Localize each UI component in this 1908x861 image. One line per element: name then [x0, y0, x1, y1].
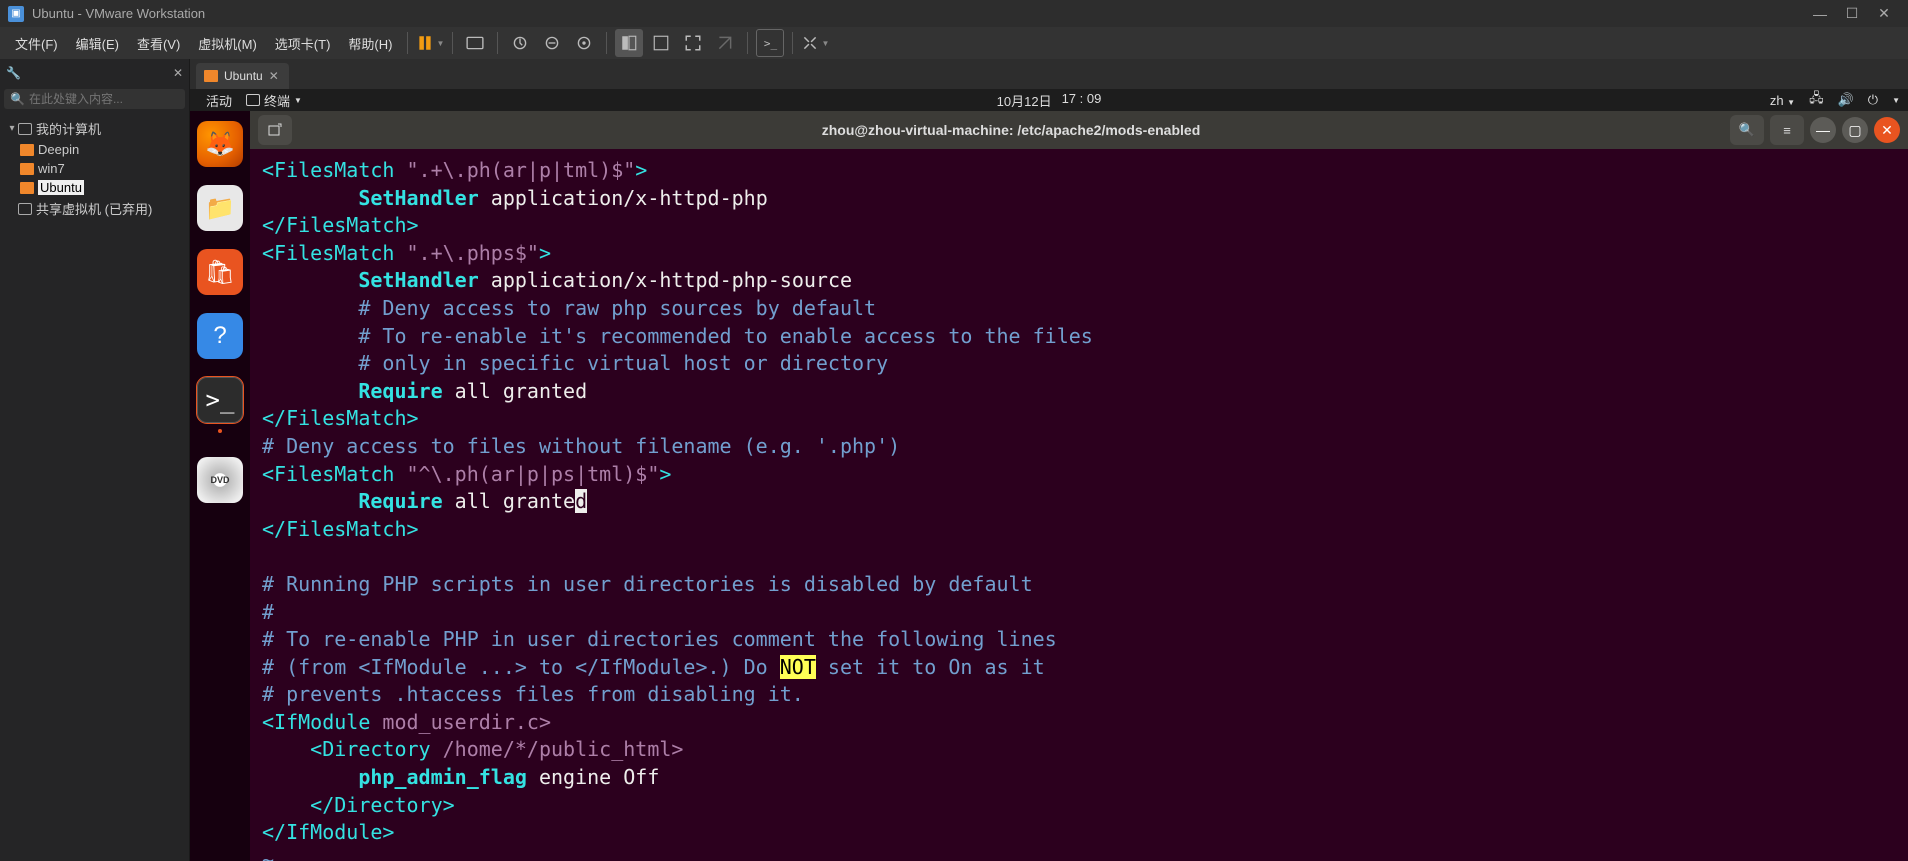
vm-icon: [20, 144, 34, 156]
menu-vm[interactable]: 虚拟机(M): [189, 28, 266, 59]
menu-help[interactable]: 帮助(H): [339, 28, 401, 59]
terminal-maximize-button[interactable]: ▢: [1842, 117, 1868, 143]
view-mode-2-button[interactable]: [647, 29, 675, 57]
network-icon[interactable]: 🖧: [1809, 89, 1824, 111]
tree-item-label: 共享虚拟机 (已弃用): [36, 199, 152, 218]
maximize-button[interactable]: ☐: [1836, 5, 1868, 22]
ubuntu-dock: 🦊 📁 🛍 ? >_ DVD: [190, 111, 250, 861]
terminal-menu-button[interactable]: ≡: [1770, 115, 1804, 145]
clock[interactable]: 10月12日 17 : 09: [997, 91, 1102, 110]
fullscreen-button[interactable]: [679, 29, 707, 57]
library-close-icon[interactable]: ✕: [173, 66, 183, 80]
revert-snapshot-button[interactable]: [538, 29, 566, 57]
clock-date: 10月12日: [997, 91, 1052, 110]
tree-root-label: 我的计算机: [36, 119, 101, 138]
clock-time: 17 : 09: [1062, 91, 1102, 110]
close-button[interactable]: ✕: [1868, 5, 1900, 22]
library-tree: ▾ 我的计算机 Deepin win7 Ubuntu 共享虚拟机 (已弃用): [0, 111, 189, 226]
vmware-titlebar: ▣ Ubuntu - VMware Workstation — ☐ ✕: [0, 0, 1908, 27]
terminal-minimize-button[interactable]: —: [1810, 117, 1836, 143]
tree-root-computer[interactable]: ▾ 我的计算机: [2, 117, 187, 140]
system-menu-dropdown-icon[interactable]: ▼: [1892, 96, 1900, 105]
dock-running-indicator: [218, 429, 222, 433]
activities-button[interactable]: 活动: [198, 91, 240, 110]
app-menu-terminal[interactable]: 终端 ▼: [240, 91, 308, 110]
power-icon[interactable]: ⏻: [1868, 92, 1878, 108]
tree-shared-vms[interactable]: 共享虚拟机 (已弃用): [2, 197, 187, 220]
tree-item-label: win7: [38, 161, 65, 176]
computer-icon: [18, 203, 32, 215]
input-method-indicator[interactable]: zh ▼: [1770, 93, 1795, 108]
menu-tabs[interactable]: 选项卡(T): [266, 28, 340, 59]
separator: [792, 32, 793, 54]
terminal-icon: [246, 94, 260, 106]
stretch-button[interactable]: ▼: [801, 29, 829, 57]
tree-item-label: Ubuntu: [38, 180, 84, 195]
vm-icon: [20, 182, 34, 194]
computer-icon: [18, 123, 32, 135]
vmware-logo-icon: ▣: [8, 6, 24, 22]
vmware-menubar: 文件(F) 编辑(E) 查看(V) 虚拟机(M) 选项卡(T) 帮助(H) ▼ …: [0, 27, 1908, 59]
library-title-icon: 🔧: [6, 66, 21, 80]
library-sidebar: 🔧 ✕ 🔍 ▼ ▾ 我的计算机 Deepin win7: [0, 59, 190, 861]
guest-display[interactable]: 活动 终端 ▼ 10月12日 17 : 09 zh ▼ 🖧 🔊 ⏻ ▼: [190, 89, 1908, 861]
library-search[interactable]: 🔍 ▼: [4, 89, 185, 109]
unity-button[interactable]: [711, 29, 739, 57]
tree-vm-win7[interactable]: win7: [2, 159, 187, 178]
vm-tabstrip: Ubuntu ✕: [190, 59, 1908, 89]
search-icon: 🔍: [10, 92, 25, 106]
terminal-content[interactable]: <FilesMatch ".+\.ph(ar|p|tml)$"> SetHand…: [250, 149, 1908, 861]
tree-vm-deepin[interactable]: Deepin: [2, 140, 187, 159]
terminal-titlebar: zhou@zhou-virtual-machine: /etc/apache2/…: [250, 111, 1908, 149]
tree-item-label: Deepin: [38, 142, 79, 157]
separator: [497, 32, 498, 54]
vm-icon: [204, 70, 218, 82]
menu-view[interactable]: 查看(V): [128, 28, 189, 59]
menu-edit[interactable]: 编辑(E): [67, 28, 128, 59]
dock-software-icon[interactable]: 🛍: [197, 249, 243, 295]
separator: [606, 32, 607, 54]
manage-snapshots-button[interactable]: [570, 29, 598, 57]
dock-files-icon[interactable]: 📁: [197, 185, 243, 231]
dock-terminal-icon[interactable]: >_: [197, 377, 243, 423]
volume-icon[interactable]: 🔊: [1838, 92, 1854, 108]
separator: [407, 32, 408, 54]
menu-file[interactable]: 文件(F): [6, 28, 67, 59]
snapshot-button[interactable]: [506, 29, 534, 57]
gnome-top-bar: 活动 终端 ▼ 10月12日 17 : 09 zh ▼ 🖧 🔊 ⏻ ▼: [190, 89, 1908, 111]
vm-tab-ubuntu[interactable]: Ubuntu ✕: [196, 63, 289, 89]
vm-tab-label: Ubuntu: [224, 69, 263, 83]
console-button[interactable]: >_: [756, 29, 784, 57]
search-input[interactable]: [29, 92, 184, 106]
dock-help-icon[interactable]: ?: [197, 313, 243, 359]
minimize-button[interactable]: —: [1804, 6, 1836, 22]
app-menu-label: 终端: [264, 91, 290, 110]
view-mode-1-button[interactable]: [615, 29, 643, 57]
window-title: Ubuntu - VMware Workstation: [32, 6, 1804, 21]
terminal-search-button[interactable]: 🔍: [1730, 115, 1764, 145]
tab-close-icon[interactable]: ✕: [269, 69, 279, 83]
vm-icon: [20, 163, 34, 175]
tree-vm-ubuntu[interactable]: Ubuntu: [2, 178, 187, 197]
dock-firefox-icon[interactable]: 🦊: [197, 121, 243, 167]
new-tab-button[interactable]: [258, 115, 292, 145]
separator: [747, 32, 748, 54]
separator: [452, 32, 453, 54]
send-ctrl-alt-del-button[interactable]: [461, 29, 489, 57]
terminal-close-button[interactable]: ✕: [1874, 117, 1900, 143]
terminal-title: zhou@zhou-virtual-machine: /etc/apache2/…: [300, 122, 1722, 138]
library-header: 🔧 ✕: [0, 59, 189, 87]
suspend-button[interactable]: ▼: [416, 29, 444, 57]
dock-dvd-icon[interactable]: DVD: [197, 457, 243, 503]
